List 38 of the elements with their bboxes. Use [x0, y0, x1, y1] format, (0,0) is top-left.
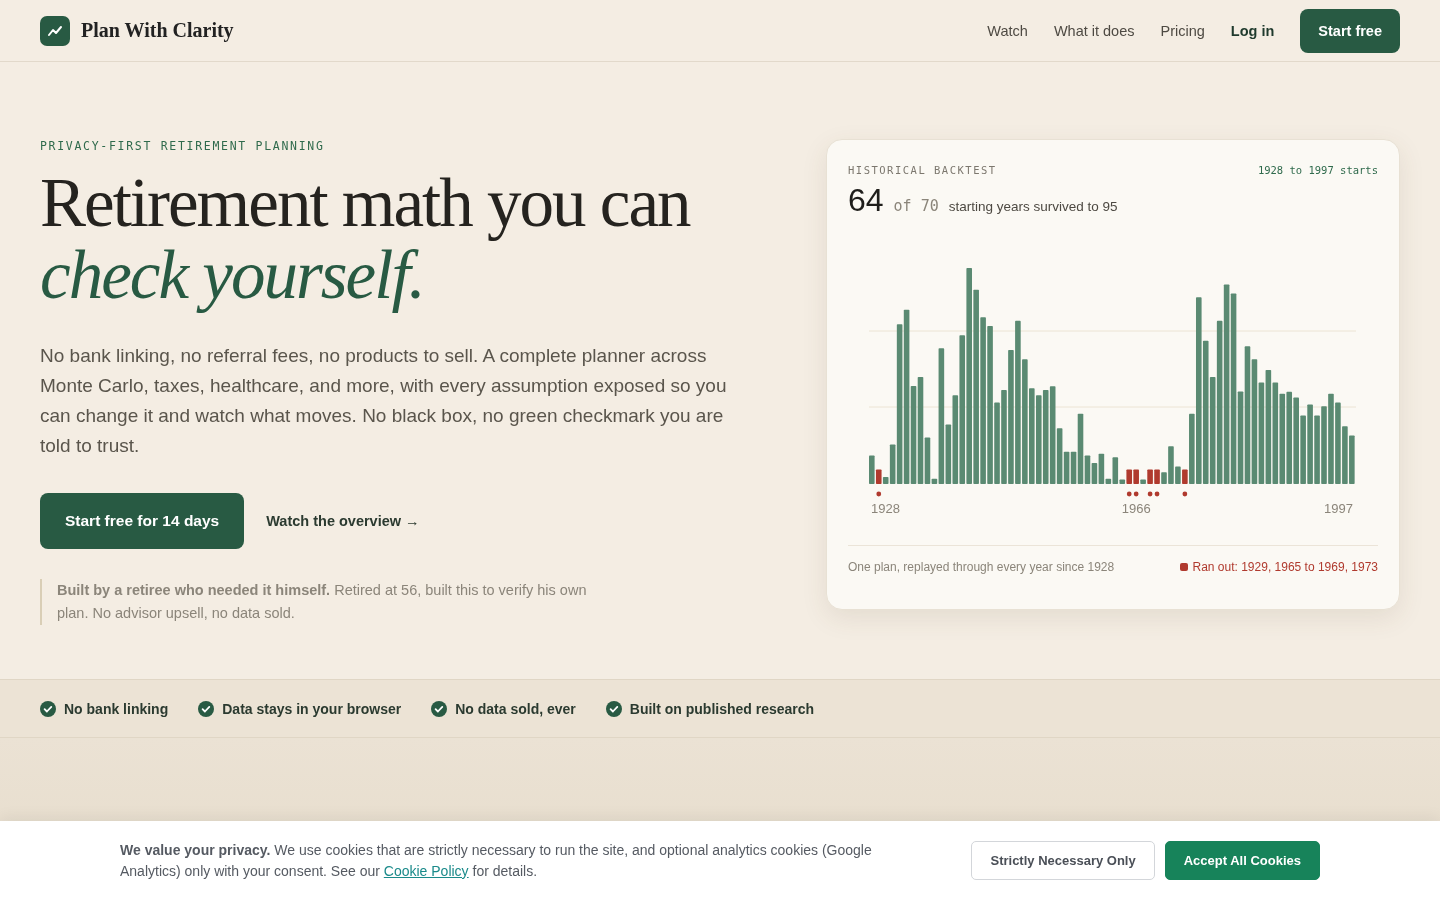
necessary-button[interactable]: Strictly Necessary Only — [971, 841, 1155, 880]
trust-label: No data sold, ever — [455, 700, 576, 717]
nav-link[interactable]: Pricing — [1160, 22, 1205, 39]
start-free-button[interactable]: Start free — [1300, 8, 1400, 53]
axis-label: 1997 — [1324, 501, 1353, 516]
chart-footnote: One plan, replayed through every year since 1928 — [848, 560, 1115, 574]
start-trial-button[interactable]: Start free for 14 days — [40, 493, 245, 549]
lead-paragraph: No bank linking, no referral fees, no products to sell. A complete planner across Monte Carlo, taxes, healthcare, and more, with every assumption exposed so you can change it and watch what moves. No black box, no green checkmark you are told to trust. — [40, 344, 728, 458]
axis-label: 1966 — [1121, 501, 1151, 516]
nav-link[interactable]: Watch — [987, 22, 1028, 39]
brand-name[interactable]: Plan With Clarity — [81, 19, 234, 42]
stat-value: 64 — [848, 182, 884, 219]
founder-note: Built by a retiree who needed it himself. Retired at 56, built this to verify his own plan. No advisor upsell, no data sold. — [40, 579, 617, 625]
check-icon — [198, 700, 215, 717]
watch-link[interactable]: Watch the overview → — [266, 513, 420, 529]
legend-swatch — [1179, 563, 1188, 571]
stat-total: of 70 — [893, 197, 939, 215]
card-label: HISTORICAL BACKTEST — [848, 164, 997, 176]
failure-dot — [876, 491, 882, 497]
check-icon — [605, 700, 622, 717]
check-icon — [40, 700, 56, 717]
stat-caption: starting years survived to 95 — [948, 199, 1118, 214]
trust-label: Data stays in your browser — [222, 700, 402, 717]
trust-label: No bank linking — [64, 700, 169, 717]
trust-label: Built on published research — [629, 700, 815, 717]
eyebrow-label: PRIVACY-FIRST RETIREMENT PLANNING — [40, 139, 326, 153]
range-label: 1928 to 1997 starts — [1257, 164, 1378, 176]
cookie-policy-link[interactable]: Cookie Policy — [383, 862, 469, 879]
nav-link[interactable]: What it does — [1053, 22, 1135, 39]
failure-dot — [1182, 491, 1188, 497]
legend-label: Ran out: 1929, 1965 to 1969, 1973 — [1192, 560, 1378, 574]
login-link[interactable]: Log in — [1230, 22, 1275, 39]
accept-button[interactable]: Accept All Cookies — [1164, 841, 1320, 880]
check-icon — [431, 700, 448, 717]
axis-label: 1928 — [871, 501, 900, 516]
logo-icon[interactable] — [40, 15, 70, 46]
headline: Retirement math you can check yourself. — [40, 167, 692, 311]
cookie-message: We value your privacy. We use cookies that are strictly necessary to run the site, and optional analytics cookies (Google Analytics) only with your consent. See our Cookie Policy for details. — [120, 840, 873, 881]
